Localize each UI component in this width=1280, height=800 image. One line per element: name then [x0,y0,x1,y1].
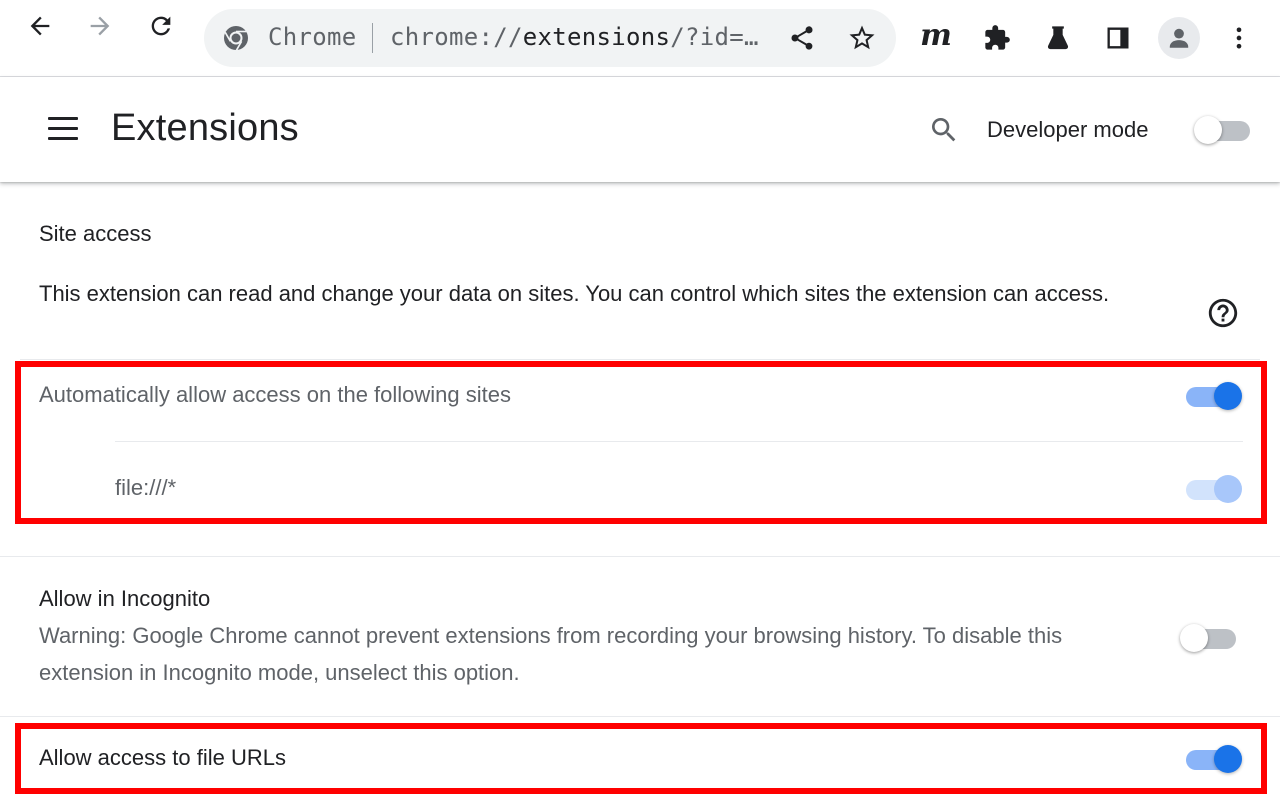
toggle-knob [1194,116,1222,144]
side-panel-icon[interactable] [1104,24,1132,52]
reload-icon[interactable] [147,12,175,40]
site-chip-label[interactable]: Chrome [268,23,357,51]
developer-mode-label: Developer mode [987,117,1149,142]
profile-icon[interactable] [1158,17,1200,59]
toggle-knob [1180,624,1208,652]
site-pattern: file:///* [115,475,177,500]
toggle-knob [1214,475,1242,503]
chrome-logo-icon[interactable] [222,24,250,52]
search-icon[interactable] [928,114,960,146]
site-pattern-toggle[interactable] [1184,471,1242,505]
share-icon[interactable] [788,24,816,52]
back-arrow-icon[interactable] [26,12,54,40]
puzzle-piece-icon[interactable] [983,24,1011,52]
extensions-header: Extensions Developer mode [0,77,1280,182]
menu-icon[interactable] [48,117,78,141]
page-title: Extensions [111,107,299,149]
url-rest: /?id=… [670,23,759,51]
m-extension-letter: m [920,18,952,53]
divider [0,716,1280,717]
help-icon[interactable] [1206,296,1240,330]
incognito-warning: Warning: Google Chrome cannot prevent ex… [39,623,1063,685]
more-vert-icon[interactable] [1225,24,1253,52]
incognito-toggle[interactable] [1180,620,1238,654]
omnibox-separator [372,23,373,53]
m-extension-icon[interactable]: m [920,18,952,53]
divider [0,556,1280,557]
omnibox[interactable]: Chrome chrome://extensions/?id=… [204,9,896,67]
flask-icon[interactable] [1044,24,1072,52]
file-urls-toggle[interactable] [1184,741,1242,775]
url-text[interactable]: chrome://extensions/?id=… [390,23,759,51]
browser-toolbar: Chrome chrome://extensions/?id=… m [0,0,1280,77]
toggle-knob [1214,382,1242,410]
file-urls-label: Allow access to file URLs [39,745,286,770]
auto-allow-label: Automatically allow access on the follow… [39,382,512,407]
forward-arrow-icon[interactable] [86,12,114,40]
toggle-knob [1214,745,1242,773]
extension-details: Site access This extension can read and … [0,183,1280,800]
divider [115,441,1243,442]
bookmark-star-icon[interactable] [847,23,877,53]
url-prefix: chrome:// [390,23,523,51]
divider [20,359,1260,360]
developer-mode-toggle[interactable] [1194,112,1252,146]
incognito-title: Allow in Incognito [39,586,211,611]
site-access-description: This extension can read and change your … [39,281,1110,306]
url-host: extensions [522,23,671,51]
auto-allow-toggle[interactable] [1184,378,1242,412]
site-access-title: Site access [39,221,152,246]
